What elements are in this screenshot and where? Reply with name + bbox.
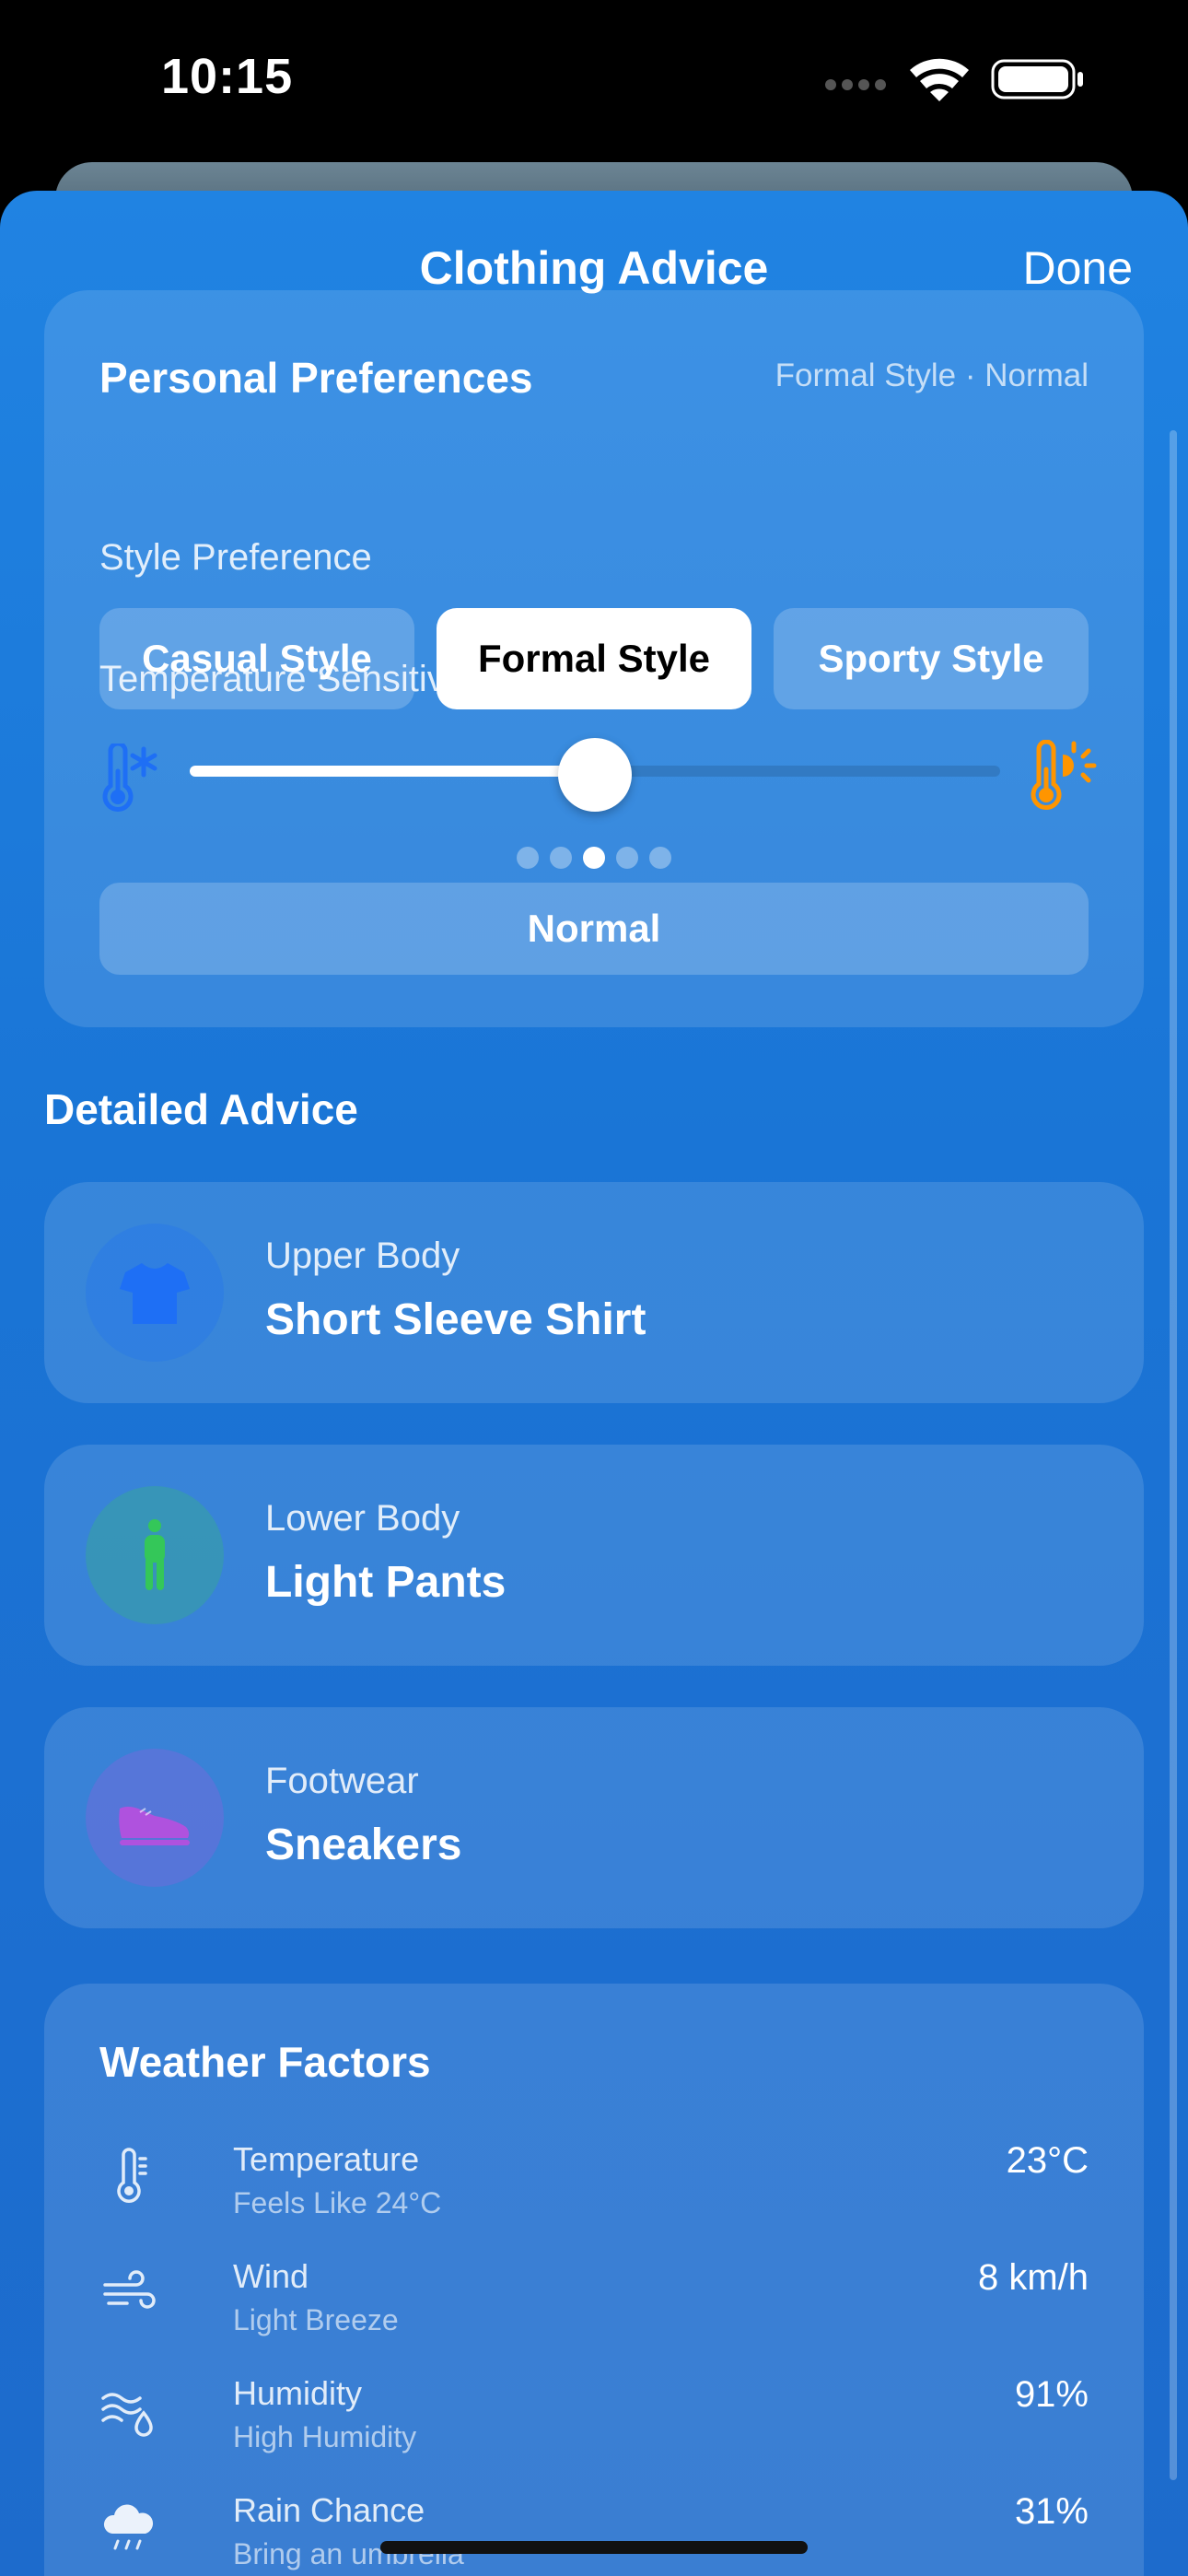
- humidity-icon: [101, 2393, 153, 2437]
- advice-category: Upper Body: [265, 1235, 460, 1276]
- status-bar: 10:15: [0, 0, 1188, 166]
- weather-name: Temperature: [233, 2140, 420, 2178]
- level-dot: [517, 847, 539, 869]
- weather-note: High Humidity: [233, 2420, 417, 2453]
- footwear-icon-circle: [86, 1749, 224, 1887]
- advice-value: Light Pants: [265, 1558, 507, 1607]
- scroll-indicator[interactable]: [1170, 430, 1177, 2480]
- wifi-icon: [910, 58, 969, 101]
- sensitivity-value: Normal: [99, 883, 1089, 975]
- weather-factors-card: Weather Factors Temperature Feels Like 2…: [44, 1984, 1144, 2576]
- thermometer-snowflake-icon: [102, 744, 157, 812]
- cellular-signal-icon: [825, 79, 886, 90]
- thermometer-sun-icon: [1031, 740, 1097, 810]
- level-dot: [583, 847, 605, 869]
- person-icon: [145, 1519, 165, 1590]
- sheet-title: Clothing Advice: [419, 242, 769, 294]
- personal-preferences-card: Personal Preferences Formal Style · Norm…: [44, 290, 1144, 1027]
- thermometer-icon: [117, 2148, 147, 2203]
- cloud-rain-icon: [103, 2504, 154, 2550]
- sneaker-icon: [119, 1807, 190, 1845]
- preferences-summary: Formal Style · Normal: [775, 357, 1089, 393]
- battery-icon: [991, 59, 1083, 100]
- clothing-advice-sheet: Clothing Advice Done Personal Preference…: [0, 191, 1188, 2576]
- advice-value: Short Sleeve Shirt: [265, 1295, 646, 1344]
- weather-row-humidity: Humidity High Humidity 91%: [99, 2374, 1089, 2476]
- style-preference-label: Style Preference: [99, 537, 372, 578]
- advice-category: Footwear: [265, 1761, 419, 1801]
- weather-value: 23°C: [1006, 2140, 1089, 2181]
- temperature-sensitivity-label: Temperature Sensitivity: [99, 659, 483, 699]
- preferences-title: Personal Preferences: [99, 354, 533, 402]
- wind-icon: [103, 2270, 156, 2309]
- level-dot: [616, 847, 638, 869]
- advice-card-upper-body[interactable]: Upper Body Short Sleeve Shirt: [44, 1182, 1144, 1403]
- weather-value: 91%: [1014, 2374, 1089, 2415]
- advice-value: Sneakers: [265, 1821, 462, 1869]
- weather-row-temperature: Temperature Feels Like 24°C 23°C: [99, 2140, 1089, 2242]
- formal-style-button[interactable]: Formal Style: [437, 608, 751, 709]
- home-indicator[interactable]: [380, 2541, 808, 2554]
- status-icons: [825, 58, 1083, 101]
- weather-name: Rain Chance: [233, 2491, 425, 2529]
- weather-factors-title: Weather Factors: [99, 2038, 431, 2086]
- weather-note: Light Breeze: [233, 2303, 399, 2336]
- sensitivity-slider-fill: [190, 766, 595, 777]
- upper-body-icon-circle: [86, 1224, 224, 1362]
- weather-row-rain-chance: Rain Chance Bring an umbrella 31%: [99, 2491, 1089, 2576]
- detailed-advice-heading: Detailed Advice: [44, 1085, 358, 1133]
- weather-note: Feels Like 24°C: [233, 2186, 442, 2219]
- advice-card-lower-body[interactable]: Lower Body Light Pants: [44, 1445, 1144, 1666]
- sensitivity-level-dots: [44, 847, 1144, 869]
- advice-category: Lower Body: [265, 1498, 460, 1539]
- sporty-style-button[interactable]: Sporty Style: [774, 608, 1089, 709]
- weather-value: 31%: [1014, 2491, 1089, 2532]
- lower-body-icon-circle: [86, 1486, 224, 1624]
- tshirt-icon: [120, 1263, 190, 1324]
- weather-name: Humidity: [233, 2374, 363, 2412]
- advice-card-footwear[interactable]: Footwear Sneakers: [44, 1707, 1144, 1928]
- level-dot: [649, 847, 671, 869]
- level-dot: [550, 847, 572, 869]
- done-button[interactable]: Done: [1022, 241, 1133, 295]
- weather-name: Wind: [233, 2257, 309, 2295]
- weather-value: 8 km/h: [977, 2257, 1089, 2298]
- weather-row-wind: Wind Light Breeze 8 km/h: [99, 2257, 1089, 2359]
- status-time: 10:15: [161, 49, 294, 104]
- sensitivity-slider-thumb[interactable]: [558, 738, 632, 812]
